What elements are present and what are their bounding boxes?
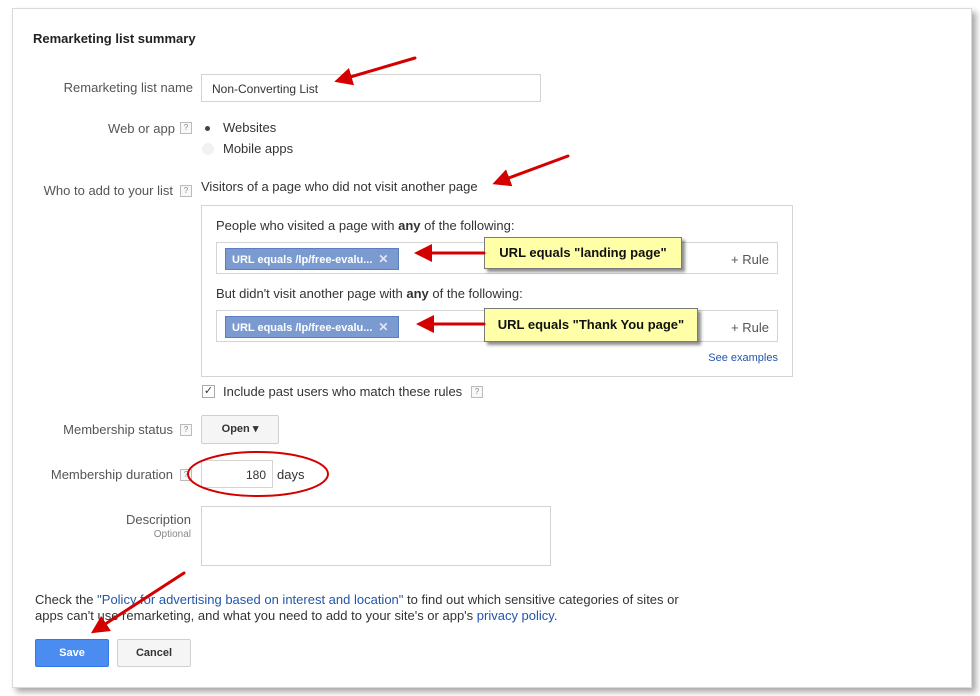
policy-text-line2: apps can't use remarketing, and what you… [35,608,477,623]
callout-thank-you-page: URL equals "Thank You page" [484,308,698,342]
visited-url-chip[interactable]: URL equals /lp/free-evalu... ✕ [225,248,399,270]
radio-mobile-apps[interactable] [202,143,214,155]
callout-landing-page: URL equals "landing page" [484,237,682,269]
add-rule-visited-button[interactable]: + Rule [731,252,769,267]
description-label: Description [125,512,191,527]
privacy-policy-link[interactable]: privacy policy [477,608,554,623]
not-visited-heading-any: any [406,286,429,301]
membership-duration-unit: days [277,467,305,482]
include-past-label: Include past users who match these rules [223,384,463,399]
chip-close-icon[interactable]: ✕ [378,252,388,266]
not-visited-url-chip[interactable]: URL equals /lp/free-evalu... ✕ [225,316,399,338]
membership-status-label: Membership status [63,422,173,437]
radio-selected-dot [205,126,210,131]
checkmark-icon: ✓ [203,385,214,397]
membership-duration-label: Membership duration [50,467,173,482]
description-optional-label: Optional [153,529,191,540]
option-websites-label: Websites [223,120,277,135]
membership-duration-help-icon[interactable]: ? [180,469,192,481]
who-to-add-help-icon[interactable]: ? [180,185,192,197]
save-button[interactable]: Save [35,639,109,667]
include-past-help-icon[interactable]: ? [471,386,483,398]
policy-text-pre: Check the [35,592,98,607]
not-visited-url-chip-text: URL equals /lp/free-evalu... [232,322,373,334]
membership-status-dropdown[interactable]: Open ▾ [201,415,279,444]
chevron-down-icon: ▾ [252,423,259,435]
membership-status-help-icon[interactable]: ? [180,424,192,436]
membership-duration-value: 180 [245,468,266,482]
option-mobile-apps-label: Mobile apps [223,141,294,156]
list-name-label: Remarketing list name [63,80,193,95]
visited-heading-suffix: of the following: [420,218,515,233]
see-examples-link[interactable]: See examples [708,352,778,364]
include-past-checkbox[interactable]: ✓ [202,385,215,398]
panel-title: Remarketing list summary [33,31,196,46]
list-name-input[interactable]: Non-Converting List [201,74,541,102]
web-or-app-help-icon[interactable]: ? [180,122,192,134]
not-visited-rule-heading: But didn't visit another page with any o… [216,286,523,301]
list-name-value: Non-Converting List [212,82,319,96]
cancel-button[interactable]: Cancel [117,639,191,667]
visited-rule-heading: People who visited a page with any of th… [216,218,514,233]
rules-box: People who visited a page with any of th… [201,205,793,377]
policy-link[interactable]: "Policy for advertising based on interes… [97,592,403,607]
policy-text-mid: to find out which sensitive categories o… [403,592,679,607]
visited-heading-any: any [398,218,421,233]
membership-duration-input[interactable]: 180 [201,460,273,488]
who-to-add-value[interactable]: Visitors of a page who did not visit ano… [201,179,478,194]
membership-status-value: Open [221,423,250,435]
who-to-add-label: Who to add to your list [43,183,173,198]
chip-close-icon[interactable]: ✕ [378,320,388,334]
visited-url-chip-text: URL equals /lp/free-evalu... [232,254,373,266]
not-visited-heading-prefix: But didn't visit another page with [216,286,407,301]
visited-heading-prefix: People who visited a page with [216,218,399,233]
radio-websites[interactable] [202,123,214,135]
description-textarea[interactable] [201,506,551,566]
web-or-app-label: Web or app [108,121,175,136]
remarketing-panel: Remarketing list summary Remarketing lis… [12,8,972,688]
policy-text-end: . [553,608,558,623]
policy-text: Check the "Policy for advertising based … [35,592,725,624]
not-visited-heading-suffix: of the following: [428,286,523,301]
add-rule-not-visited-button[interactable]: + Rule [731,320,769,335]
